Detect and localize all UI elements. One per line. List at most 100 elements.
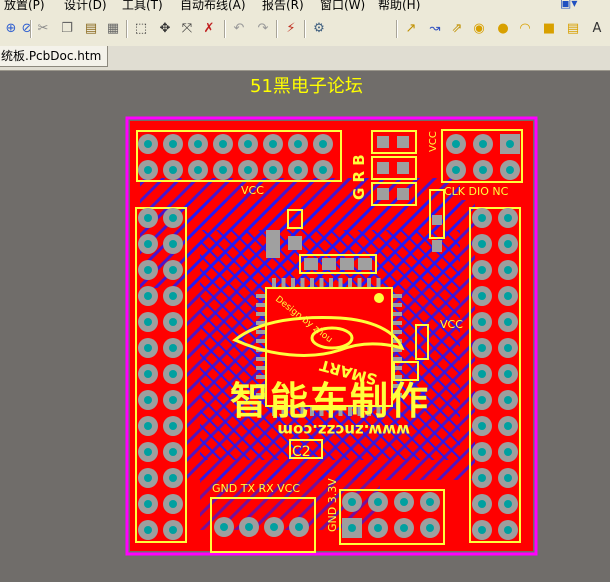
silk-website: www.znczz.com <box>277 421 410 439</box>
mcu-pad <box>367 278 371 287</box>
pad-hole <box>144 370 152 378</box>
pad-hole <box>244 166 252 174</box>
pad-hole <box>219 166 227 174</box>
pad-hole <box>479 140 487 148</box>
pad-hole <box>374 498 382 506</box>
pad-hole <box>478 214 486 222</box>
pad-hole <box>478 344 486 352</box>
pad-hole <box>169 318 177 326</box>
pad-hole <box>319 166 327 174</box>
pad-hole <box>478 266 486 274</box>
pad-hole <box>169 500 177 508</box>
pad-hole <box>504 396 512 404</box>
pad-hole <box>144 422 152 430</box>
pad-hole <box>169 166 177 174</box>
pad-hole <box>504 448 512 456</box>
pad-hole <box>478 422 486 430</box>
pad-hole <box>400 524 408 532</box>
pad-hole <box>506 166 514 174</box>
pad-hole <box>504 422 512 430</box>
mcu-pad <box>281 278 286 287</box>
mcu-pad <box>393 303 402 307</box>
pad-hole <box>504 292 512 300</box>
silk-c2: C2 <box>292 444 311 460</box>
pad-hole <box>294 140 302 148</box>
pad-hole <box>504 214 512 222</box>
pad-hole <box>169 266 177 274</box>
mcu-pad <box>310 278 314 287</box>
mcu-pad <box>256 339 265 343</box>
pad-hole <box>452 166 460 174</box>
pad-hole <box>504 266 512 274</box>
pad-hole <box>269 140 277 148</box>
pad-hole <box>478 318 486 326</box>
pad-hole <box>348 498 356 506</box>
pad-hole <box>426 524 434 532</box>
silk-rgb-label: G R B <box>350 154 368 200</box>
mcu-pad <box>348 278 352 287</box>
pad-hole <box>269 166 277 174</box>
mcu-pad <box>393 312 402 316</box>
pad-hole <box>169 422 177 430</box>
mcu-pad <box>329 278 333 287</box>
pad-hole <box>144 266 152 274</box>
pad-hole <box>144 166 152 174</box>
pad-hole <box>169 344 177 352</box>
silk-gnd-33v: GND 3.3V <box>326 478 339 532</box>
mcu-pad <box>256 330 265 334</box>
pad-hole <box>169 292 177 300</box>
pad-hole <box>194 140 202 148</box>
mcu-pad <box>393 321 402 325</box>
silk-vcc-top: VCC <box>241 184 264 197</box>
mcu-pad <box>357 278 362 287</box>
pad-hole <box>478 474 486 482</box>
pad-hole <box>270 523 278 531</box>
pad-hole <box>169 396 177 404</box>
silk-vcc-right: VCC <box>440 318 463 331</box>
pad-hole <box>478 240 486 248</box>
mcu-pad <box>300 278 305 287</box>
mcu-pin1-dot <box>374 293 384 303</box>
mcu-pad <box>256 357 265 361</box>
pad-hole <box>374 524 382 532</box>
pad-hole <box>169 370 177 378</box>
pad-hole <box>348 524 356 532</box>
pad-hole <box>504 370 512 378</box>
pad-hole <box>144 140 152 148</box>
pad-hole <box>504 500 512 508</box>
pad-hole <box>169 140 177 148</box>
pad-hole <box>319 140 327 148</box>
pad-hole <box>245 523 253 531</box>
pad-hole <box>144 448 152 456</box>
pad-hole <box>504 526 512 534</box>
pad-hole <box>504 474 512 482</box>
pad-hole <box>400 498 408 506</box>
pad-hole <box>169 526 177 534</box>
silk-gnd-tx-rx-vcc: GND TX RX VCC <box>212 482 300 495</box>
mcu-pad <box>376 278 381 287</box>
mcu-pad <box>338 278 343 287</box>
pad-hole <box>294 166 302 174</box>
pad-hole <box>504 318 512 326</box>
pad-hole <box>452 140 460 148</box>
pad-hole <box>478 396 486 404</box>
mcu-pad <box>393 357 402 361</box>
pad-hole <box>478 292 486 300</box>
pad-hole <box>220 523 228 531</box>
pad-hole <box>144 500 152 508</box>
pad-hole <box>169 240 177 248</box>
pad-hole <box>478 526 486 534</box>
pad-hole <box>144 292 152 300</box>
mcu-pad <box>291 278 295 287</box>
mcu-pad <box>272 278 276 287</box>
pad-hole <box>426 498 434 506</box>
board-title: 51黑电子论坛 <box>250 76 363 97</box>
pad-hole <box>144 396 152 404</box>
pad-hole <box>479 166 487 174</box>
silk-clk-dio-nc: CLK DIO NC <box>444 185 509 198</box>
pad-hole <box>478 448 486 456</box>
pad-hole <box>144 526 152 534</box>
pad-hole <box>478 370 486 378</box>
pad-hole <box>169 474 177 482</box>
pad-hole <box>144 214 152 222</box>
